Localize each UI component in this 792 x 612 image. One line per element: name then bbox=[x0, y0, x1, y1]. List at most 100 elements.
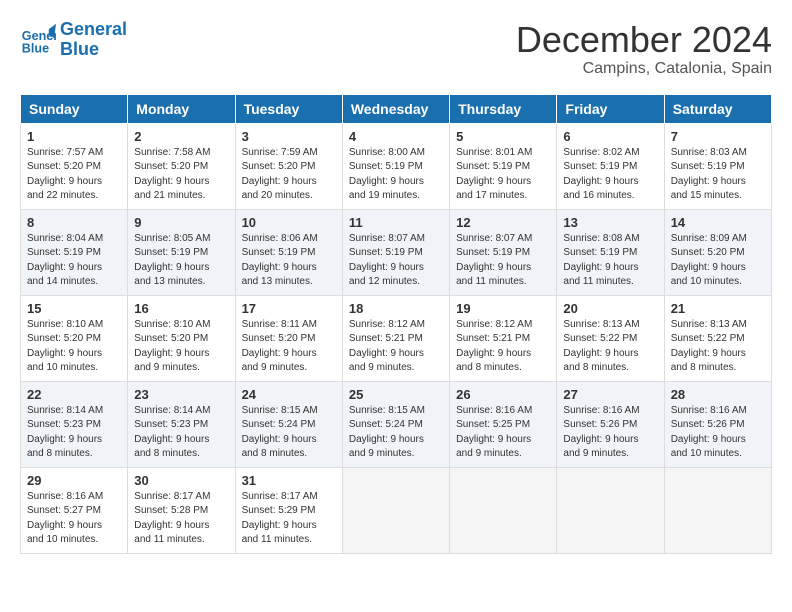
calendar-cell: 17Sunrise: 8:11 AM Sunset: 5:20 PM Dayli… bbox=[235, 295, 342, 381]
calendar-cell: 12 Sunrise: 8:07 AM Sunset: 5:19 PM Dayli… bbox=[450, 209, 557, 295]
day-info: Sunrise: 8:14 AM Sunset: 5:23 PM Dayligh… bbox=[134, 404, 228, 462]
day-number: 15 bbox=[27, 301, 121, 316]
day-info: Sunrise: 8:07 AM Sunset: 5:19 PM Dayligh… bbox=[349, 232, 443, 290]
day-number: 25 bbox=[349, 387, 443, 402]
weekday-header-thursday: Thursday bbox=[450, 94, 557, 123]
day-number: 1 bbox=[27, 129, 121, 144]
day-info: Sunrise: 8:16 AM Sunset: 5:26 PM Dayligh… bbox=[563, 404, 657, 462]
day-info: Sunrise: 8:07 AM Sunset: 5:19 PM Dayligh… bbox=[456, 232, 550, 290]
day-info: Sunrise: 8:06 AM Sunset: 5:19 PM Dayligh… bbox=[242, 232, 336, 290]
calendar-cell: 28 Sunrise: 8:16 AM Sunset: 5:26 PM Dayli… bbox=[664, 381, 771, 467]
day-number: 13 bbox=[563, 215, 657, 230]
day-number: 14 bbox=[671, 215, 765, 230]
calendar-cell: 31 Sunrise: 8:17 AM Sunset: 5:29 PM Dayli… bbox=[235, 467, 342, 553]
day-info: Sunrise: 8:15 AM Sunset: 5:24 PM Dayligh… bbox=[349, 404, 443, 462]
day-number: 31 bbox=[242, 473, 336, 488]
day-info: Sunrise: 8:14 AM Sunset: 5:23 PM Dayligh… bbox=[27, 404, 121, 462]
day-number: 4 bbox=[349, 129, 443, 144]
day-number: 24 bbox=[242, 387, 336, 402]
day-info: Sunrise: 8:16 AM Sunset: 5:25 PM Dayligh… bbox=[456, 404, 550, 462]
week-row-5: 29 Sunrise: 8:16 AM Sunset: 5:27 PM Dayli… bbox=[21, 467, 772, 553]
logo-icon: General Blue bbox=[20, 22, 56, 58]
calendar-cell: 8Sunrise: 8:04 AM Sunset: 5:19 PM Daylig… bbox=[21, 209, 128, 295]
calendar-cell: 16 Sunrise: 8:10 AM Sunset: 5:20 PM Dayli… bbox=[128, 295, 235, 381]
day-info: Sunrise: 8:01 AM Sunset: 5:19 PM Dayligh… bbox=[456, 146, 550, 204]
day-info: Sunrise: 8:00 AM Sunset: 5:19 PM Dayligh… bbox=[349, 146, 443, 204]
day-number: 19 bbox=[456, 301, 550, 316]
calendar-cell: 14Sunrise: 8:09 AM Sunset: 5:20 PM Dayli… bbox=[664, 209, 771, 295]
day-info: Sunrise: 8:08 AM Sunset: 5:19 PM Dayligh… bbox=[563, 232, 657, 290]
calendar-cell: 7Sunrise: 8:03 AM Sunset: 5:19 PM Daylig… bbox=[664, 123, 771, 209]
day-number: 8 bbox=[27, 215, 121, 230]
calendar-cell: 23 Sunrise: 8:14 AM Sunset: 5:23 PM Dayli… bbox=[128, 381, 235, 467]
calendar-cell: 1Sunrise: 7:57 AM Sunset: 5:20 PM Daylig… bbox=[21, 123, 128, 209]
calendar-cell bbox=[342, 467, 449, 553]
day-info: Sunrise: 8:17 AM Sunset: 5:29 PM Dayligh… bbox=[242, 490, 336, 548]
week-row-2: 8Sunrise: 8:04 AM Sunset: 5:19 PM Daylig… bbox=[21, 209, 772, 295]
week-row-1: 1Sunrise: 7:57 AM Sunset: 5:20 PM Daylig… bbox=[21, 123, 772, 209]
svg-text:Blue: Blue bbox=[22, 41, 49, 55]
calendar: SundayMondayTuesdayWednesdayThursdayFrid… bbox=[20, 94, 772, 554]
title-area: December 2024 Campins, Catalonia, Spain bbox=[516, 20, 772, 78]
day-number: 29 bbox=[27, 473, 121, 488]
weekday-header-tuesday: Tuesday bbox=[235, 94, 342, 123]
day-info: Sunrise: 8:16 AM Sunset: 5:27 PM Dayligh… bbox=[27, 490, 121, 548]
calendar-cell: 29 Sunrise: 8:16 AM Sunset: 5:27 PM Dayli… bbox=[21, 467, 128, 553]
day-info: Sunrise: 8:13 AM Sunset: 5:22 PM Dayligh… bbox=[671, 318, 765, 376]
calendar-cell: 6Sunrise: 8:02 AM Sunset: 5:19 PM Daylig… bbox=[557, 123, 664, 209]
day-number: 30 bbox=[134, 473, 228, 488]
day-number: 5 bbox=[456, 129, 550, 144]
calendar-cell: 2Sunrise: 7:58 AM Sunset: 5:20 PM Daylig… bbox=[128, 123, 235, 209]
calendar-cell: 21 Sunrise: 8:13 AM Sunset: 5:22 PM Dayli… bbox=[664, 295, 771, 381]
day-number: 20 bbox=[563, 301, 657, 316]
calendar-cell: 13 Sunrise: 8:08 AM Sunset: 5:19 PM Dayli… bbox=[557, 209, 664, 295]
day-number: 11 bbox=[349, 215, 443, 230]
day-number: 18 bbox=[349, 301, 443, 316]
weekday-header-sunday: Sunday bbox=[21, 94, 128, 123]
month-title: December 2024 bbox=[516, 20, 772, 60]
logo: General Blue General Blue bbox=[20, 20, 127, 60]
weekday-header-friday: Friday bbox=[557, 94, 664, 123]
day-number: 10 bbox=[242, 215, 336, 230]
header: General Blue General Blue December 2024 … bbox=[20, 20, 772, 78]
day-number: 28 bbox=[671, 387, 765, 402]
calendar-cell: 15Sunrise: 8:10 AM Sunset: 5:20 PM Dayli… bbox=[21, 295, 128, 381]
calendar-cell: 25 Sunrise: 8:15 AM Sunset: 5:24 PM Dayli… bbox=[342, 381, 449, 467]
calendar-cell bbox=[450, 467, 557, 553]
day-number: 3 bbox=[242, 129, 336, 144]
calendar-cell bbox=[664, 467, 771, 553]
weekday-header-saturday: Saturday bbox=[664, 94, 771, 123]
day-number: 21 bbox=[671, 301, 765, 316]
calendar-cell: 3 Sunrise: 7:59 AM Sunset: 5:20 PM Daylig… bbox=[235, 123, 342, 209]
calendar-cell: 27Sunrise: 8:16 AM Sunset: 5:26 PM Dayli… bbox=[557, 381, 664, 467]
day-info: Sunrise: 8:05 AM Sunset: 5:19 PM Dayligh… bbox=[134, 232, 228, 290]
day-info: Sunrise: 8:17 AM Sunset: 5:28 PM Dayligh… bbox=[134, 490, 228, 548]
day-number: 12 bbox=[456, 215, 550, 230]
day-number: 26 bbox=[456, 387, 550, 402]
day-info: Sunrise: 8:10 AM Sunset: 5:20 PM Dayligh… bbox=[134, 318, 228, 376]
day-number: 9 bbox=[134, 215, 228, 230]
calendar-cell bbox=[557, 467, 664, 553]
calendar-cell: 11 Sunrise: 8:07 AM Sunset: 5:19 PM Dayli… bbox=[342, 209, 449, 295]
calendar-cell: 20 Sunrise: 8:13 AM Sunset: 5:22 PM Dayli… bbox=[557, 295, 664, 381]
day-number: 22 bbox=[27, 387, 121, 402]
calendar-cell: 26 Sunrise: 8:16 AM Sunset: 5:25 PM Dayli… bbox=[450, 381, 557, 467]
day-info: Sunrise: 8:12 AM Sunset: 5:21 PM Dayligh… bbox=[349, 318, 443, 376]
calendar-cell: 30 Sunrise: 8:17 AM Sunset: 5:28 PM Dayli… bbox=[128, 467, 235, 553]
calendar-cell: 19Sunrise: 8:12 AM Sunset: 5:21 PM Dayli… bbox=[450, 295, 557, 381]
day-number: 23 bbox=[134, 387, 228, 402]
day-info: Sunrise: 7:59 AM Sunset: 5:20 PM Dayligh… bbox=[242, 146, 336, 204]
week-row-3: 15 Sunrise: 8:10 AM Sunset: 5:20 PM Dayli… bbox=[21, 295, 772, 381]
calendar-cell: 9 Sunrise: 8:05 AM Sunset: 5:19 PM Daylig… bbox=[128, 209, 235, 295]
logo-line1: General bbox=[60, 20, 127, 40]
day-number: 16 bbox=[134, 301, 228, 316]
calendar-cell: 18 Sunrise: 8:12 AM Sunset: 5:21 PM Dayli… bbox=[342, 295, 449, 381]
location: Campins, Catalonia, Spain bbox=[516, 60, 772, 78]
day-info: Sunrise: 8:16 AM Sunset: 5:26 PM Dayligh… bbox=[671, 404, 765, 462]
calendar-cell: 10 Sunrise: 8:06 AM Sunset: 5:19 PM Dayli… bbox=[235, 209, 342, 295]
day-info: Sunrise: 8:13 AM Sunset: 5:22 PM Dayligh… bbox=[563, 318, 657, 376]
calendar-cell: 22 Sunrise: 8:14 AM Sunset: 5:23 PM Dayli… bbox=[21, 381, 128, 467]
week-row-4: 22 Sunrise: 8:14 AM Sunset: 5:23 PM Dayli… bbox=[21, 381, 772, 467]
day-info: Sunrise: 8:11 AM Sunset: 5:20 PM Dayligh… bbox=[242, 318, 336, 376]
day-number: 7 bbox=[671, 129, 765, 144]
